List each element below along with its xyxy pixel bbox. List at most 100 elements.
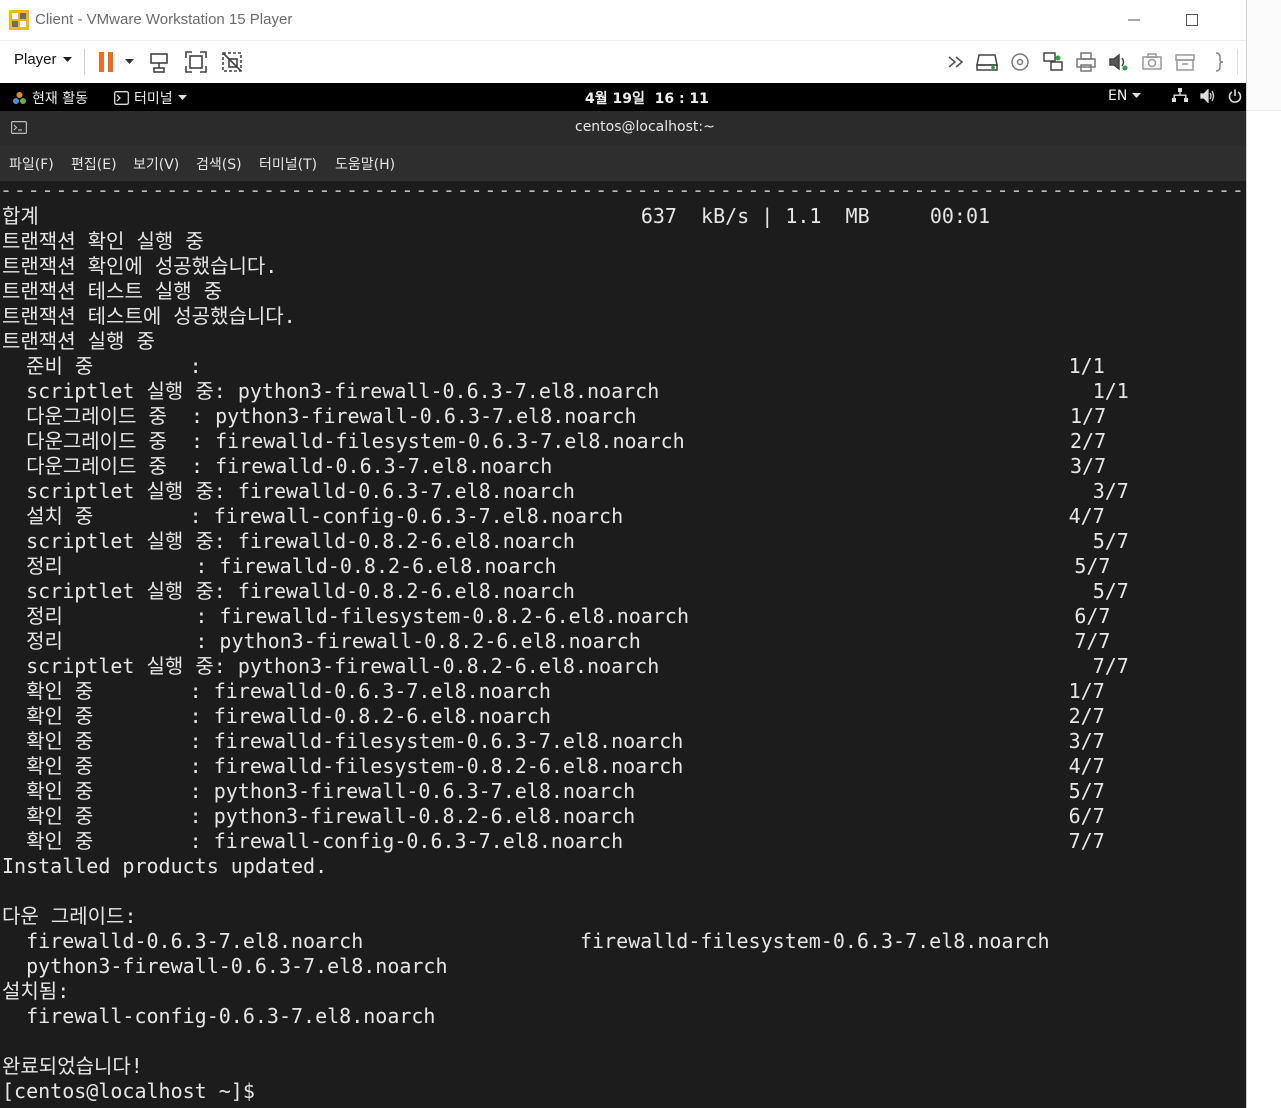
terminal-line: 설치됨: (2, 979, 70, 1003)
message-log-button[interactable] (1206, 49, 1232, 75)
terminal-line: 정리 : firewalld-filesystem-0.8.2-6.el8.no… (2, 604, 1111, 628)
terminal-line: 확인 중 : firewalld-filesystem-0.6.3-7.el8.… (2, 729, 1105, 753)
more-devices-button[interactable] (944, 49, 970, 75)
usb-device-button[interactable] (1172, 49, 1198, 75)
terminal-line: 준비 중 : 1/1 (2, 354, 1105, 378)
send-ctrl-alt-del-button[interactable] (147, 49, 173, 75)
menu-file[interactable]: 파일(F) (9, 154, 54, 174)
terminal-headerbar[interactable]: centos@localhost:~ (0, 111, 1246, 145)
input-language-label: EN (1108, 88, 1128, 104)
terminal-menubar: 파일(F) 편집(E) 보기(V) 검색(S) 터미널(T) 도움말(H) (0, 145, 1246, 182)
terminal-line: 정리 : python3-firewall-0.8.2-6.el8.noarch… (2, 629, 1111, 653)
minimize-icon (1128, 19, 1140, 21)
menu-terminal[interactable]: 터미널(T) (259, 154, 317, 174)
terminal-line: 확인 중 : firewalld-0.6.3-7.el8.noarch 1/7 (2, 679, 1105, 703)
desktop-background-strip (1247, 0, 1281, 1108)
gnome-top-bar: 현재 활동 터미널 4월 19일 16 : 11 EN (0, 83, 1246, 111)
menu-search[interactable]: 검색(S) (196, 154, 242, 174)
terminal-title: centos@localhost:~ (575, 119, 715, 135)
maximize-icon (1186, 14, 1198, 26)
network-icon (1043, 52, 1063, 71)
menu-view[interactable]: 보기(V) (133, 154, 179, 174)
terminal-line: 트랜잭션 테스트에 성공했습니다. (2, 304, 296, 328)
vmware-logo-icon (9, 10, 29, 30)
terminal-line: scriptlet 실행 중: python3-firewall-0.8.2-6… (2, 654, 1129, 678)
menu-edit[interactable]: 편집(E) (71, 154, 117, 174)
double-chevron-right-icon (948, 56, 964, 68)
input-method-button[interactable]: EN (1108, 88, 1142, 104)
cd-dvd-button[interactable] (1007, 49, 1033, 75)
terminal-line: 다운 그레이드: (2, 904, 137, 928)
camera-button[interactable] (1139, 49, 1165, 75)
terminal-prompt[interactable]: [centos@localhost ~]$ (2, 1079, 267, 1104)
terminal-line: scriptlet 실행 중: firewalld-0.8.2-6.el8.no… (2, 529, 1129, 553)
hard-disk-button[interactable] (974, 49, 1000, 75)
terminal-line: python3-firewall-0.6.3-7.el8.noarch (2, 954, 448, 978)
full-screen-icon (185, 51, 207, 73)
terminal-line: 다운그레이드 중 : python3-firewall-0.6.3-7.el8.… (2, 404, 1107, 428)
sound-card-button[interactable] (1106, 49, 1132, 75)
chevron-down-icon (124, 59, 134, 64)
pause-dropdown[interactable] (120, 49, 138, 75)
terminal-output[interactable]: ----------------------------------------… (0, 181, 1246, 1108)
terminal-app-icon (114, 91, 129, 105)
activities-button[interactable]: 현재 활동 (12, 88, 88, 108)
desktop-shade (1247, 0, 1281, 111)
printer-icon (1076, 52, 1096, 72)
terminal-window-icon (11, 121, 27, 134)
system-menu[interactable] (1172, 88, 1242, 103)
toolbar-divider (1237, 49, 1238, 75)
cd-icon (1011, 53, 1029, 71)
terminal-separator-line: ----------------------------------------… (0, 181, 1246, 202)
terminal-line: 트랜잭션 확인에 성공했습니다. (2, 254, 278, 278)
player-menu-button[interactable]: Player (14, 51, 72, 68)
player-toolbar: Player (0, 40, 1246, 83)
unity-button[interactable] (219, 49, 245, 75)
terminal-line: 확인 중 : firewall-config-0.6.3-7.el8.noarc… (2, 829, 1105, 853)
camera-icon (1142, 53, 1162, 70)
terminal-line: 정리 : firewalld-0.8.2-6.el8.noarch 5/7 (2, 554, 1111, 578)
activities-icon (13, 91, 26, 104)
clock-label: 4월 19일 16 : 11 (585, 91, 709, 107)
maximize-button[interactable] (1172, 8, 1212, 32)
terminal-line: 설치 중 : firewall-config-0.6.3-7.el8.noarc… (2, 504, 1105, 528)
speaker-icon (1109, 53, 1128, 71)
terminal-line: Installed products updated. (2, 854, 328, 878)
terminal-line: 트랜잭션 테스트 실행 중 (2, 279, 223, 303)
terminal-line: 트랜잭션 확인 실행 중 (2, 229, 204, 253)
menu-help[interactable]: 도움말(H) (335, 154, 395, 174)
app-menu-terminal[interactable]: 터미널 (114, 88, 187, 108)
minimize-button[interactable] (1114, 8, 1154, 32)
volume-icon (1200, 88, 1215, 103)
pause-button[interactable] (93, 49, 119, 75)
brace-icon (1215, 52, 1224, 72)
network-wired-icon (1172, 88, 1188, 102)
clock-button[interactable]: 4월 19일 16 : 11 (585, 88, 709, 108)
terminal-line: scriptlet 실행 중: firewalld-0.8.2-6.el8.no… (2, 579, 1129, 603)
window-titlebar[interactable]: Client - VMware Workstation 15 Player (0, 0, 1246, 40)
terminal-line: scriptlet 실행 중: python3-firewall-0.6.3-7… (2, 379, 1129, 403)
terminal-line: 다운그레이드 중 : firewalld-filesystem-0.6.3-7.… (2, 429, 1107, 453)
terminal-line: 다운그레이드 중 : firewalld-0.6.3-7.el8.noarch … (2, 454, 1107, 478)
activities-label: 현재 활동 (32, 91, 88, 107)
usb-box-icon (1175, 54, 1195, 71)
vmware-player-window: Client - VMware Workstation 15 Player Pl… (0, 0, 1247, 1108)
terminal-line: 완료되었습니다! (2, 1054, 143, 1078)
chevron-down-icon (177, 95, 187, 100)
pause-icon (99, 52, 113, 72)
terminal-line: 확인 중 : firewalld-0.8.2-6.el8.noarch 2/7 (2, 704, 1105, 728)
terminal-app-label: 터미널 (134, 91, 173, 107)
chevron-down-icon (62, 56, 72, 62)
terminal-line: firewall-config-0.6.3-7.el8.noarch (2, 1004, 436, 1028)
hard-disk-icon (976, 54, 998, 71)
terminal-line: 확인 중 : firewalld-filesystem-0.8.2-6.el8.… (2, 754, 1105, 778)
terminal-line: scriptlet 실행 중: firewalld-0.6.3-7.el8.no… (2, 479, 1129, 503)
full-screen-button[interactable] (183, 49, 209, 75)
unity-icon (222, 52, 242, 72)
network-adapter-button[interactable] (1040, 49, 1066, 75)
printer-button[interactable] (1073, 49, 1099, 75)
player-menu-label: Player (14, 51, 57, 68)
terminal-line: 확인 중 : python3-firewall-0.8.2-6.el8.noar… (2, 804, 1105, 828)
ctrl-alt-del-icon (150, 53, 168, 73)
terminal-line: 트랜잭션 실행 중 (2, 329, 155, 353)
